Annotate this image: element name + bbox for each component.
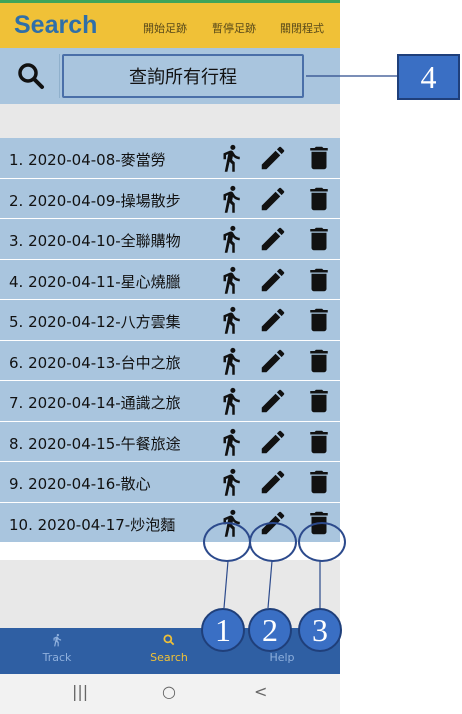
edit-pencil-icon[interactable]: [258, 224, 288, 254]
trip-row[interactable]: 8. 2020-04-15-午餐旅途: [0, 421, 340, 462]
annotation-badge-4: 4: [397, 54, 460, 100]
trip-row[interactable]: 3. 2020-04-10-全聯購物: [0, 219, 340, 260]
phone-screen: Search 開始足跡 暫停足跡 關閉程式 查詢所有行程 1. 2020-04-…: [0, 0, 340, 714]
query-all-trips-button[interactable]: 查詢所有行程: [62, 54, 304, 98]
empty-area: [0, 560, 340, 628]
system-navigation-bar: ||| ○ <: [0, 674, 340, 714]
nav-search-label: Search: [150, 651, 188, 664]
trash-icon[interactable]: [304, 427, 334, 457]
trip-label[interactable]: 10. 2020-04-17-炒泡麵: [9, 514, 175, 535]
trip-label[interactable]: 2. 2020-04-09-操場散步: [9, 190, 181, 211]
nav-track[interactable]: Track: [22, 632, 92, 664]
run-icon[interactable]: [216, 427, 246, 457]
menu-start-tracking[interactable]: 開始足跡: [143, 20, 187, 36]
trip-label[interactable]: 8. 2020-04-15-午餐旅途: [9, 433, 181, 454]
trip-label[interactable]: 1. 2020-04-08-麥當勞: [9, 149, 166, 170]
trip-list: 1. 2020-04-08-麥當勞 2. 2020-04-09-操場散步 3. 20…: [0, 138, 340, 543]
callout-circle-run: [203, 522, 251, 562]
run-icon[interactable]: [216, 346, 246, 376]
trash-icon[interactable]: [304, 386, 334, 416]
edit-pencil-icon[interactable]: [258, 305, 288, 335]
back-button[interactable]: <: [254, 682, 267, 701]
trip-row[interactable]: 7. 2020-04-14-通識之旅: [0, 381, 340, 422]
edit-pencil-icon[interactable]: [258, 386, 288, 416]
recent-apps-button[interactable]: |||: [72, 682, 88, 701]
trip-label[interactable]: 5. 2020-04-12-八方雲集: [9, 311, 181, 332]
nav-track-label: Track: [42, 651, 72, 664]
trash-icon[interactable]: [304, 224, 334, 254]
trip-row[interactable]: 2. 2020-04-09-操場散步: [0, 178, 340, 219]
nav-search[interactable]: Search: [134, 632, 204, 664]
trash-icon[interactable]: [304, 265, 334, 295]
run-icon[interactable]: [216, 143, 246, 173]
menu-close-app[interactable]: 關閉程式: [280, 20, 324, 36]
app-header: Search 開始足跡 暫停足跡 關閉程式: [0, 0, 340, 48]
edit-pencil-icon[interactable]: [258, 427, 288, 457]
trash-icon[interactable]: [304, 184, 334, 214]
trip-row[interactable]: 4. 2020-04-11-星心燒臘: [0, 259, 340, 300]
search-bar: 查詢所有行程: [0, 48, 340, 104]
menu-pause-tracking[interactable]: 暫停足跡: [212, 20, 256, 36]
search-button[interactable]: [4, 54, 60, 98]
trash-icon[interactable]: [304, 143, 334, 173]
trash-icon[interactable]: [304, 346, 334, 376]
annotation-badge-3: 3: [298, 608, 342, 652]
edit-pencil-icon[interactable]: [258, 265, 288, 295]
annotation-badge-1: 1: [201, 608, 245, 652]
trip-row[interactable]: 1. 2020-04-08-麥當勞: [0, 138, 340, 179]
annotation-badge-2: 2: [248, 608, 292, 652]
trash-icon[interactable]: [304, 467, 334, 497]
search-icon: [18, 63, 44, 89]
trip-label[interactable]: 6. 2020-04-13-台中之旅: [9, 352, 181, 373]
edit-pencil-icon[interactable]: [258, 467, 288, 497]
callout-circle-edit: [249, 522, 297, 562]
trip-row[interactable]: 6. 2020-04-13-台中之旅: [0, 340, 340, 381]
home-button[interactable]: ○: [162, 682, 176, 701]
trip-label[interactable]: 7. 2020-04-14-通識之旅: [9, 392, 181, 413]
nav-help-label: Help: [269, 651, 295, 664]
run-icon[interactable]: [216, 305, 246, 335]
search-icon: [163, 634, 175, 646]
trip-label[interactable]: 9. 2020-04-16-散心: [9, 473, 151, 494]
trip-label[interactable]: 4. 2020-04-11-星心燒臘: [9, 271, 181, 292]
edit-pencil-icon[interactable]: [258, 346, 288, 376]
edit-pencil-icon[interactable]: [258, 184, 288, 214]
run-icon: [53, 633, 62, 647]
run-icon[interactable]: [216, 265, 246, 295]
run-icon[interactable]: [216, 467, 246, 497]
callout-circle-delete: [298, 522, 346, 562]
app-title: Search: [14, 11, 98, 39]
edit-pencil-icon[interactable]: [258, 143, 288, 173]
trip-label[interactable]: 3. 2020-04-10-全聯購物: [9, 230, 181, 251]
spacer: [0, 104, 340, 138]
trip-row[interactable]: 9. 2020-04-16-散心: [0, 462, 340, 503]
trash-icon[interactable]: [304, 305, 334, 335]
run-icon[interactable]: [216, 224, 246, 254]
run-icon[interactable]: [216, 386, 246, 416]
run-icon[interactable]: [216, 184, 246, 214]
trip-row[interactable]: 5. 2020-04-12-八方雲集: [0, 300, 340, 341]
